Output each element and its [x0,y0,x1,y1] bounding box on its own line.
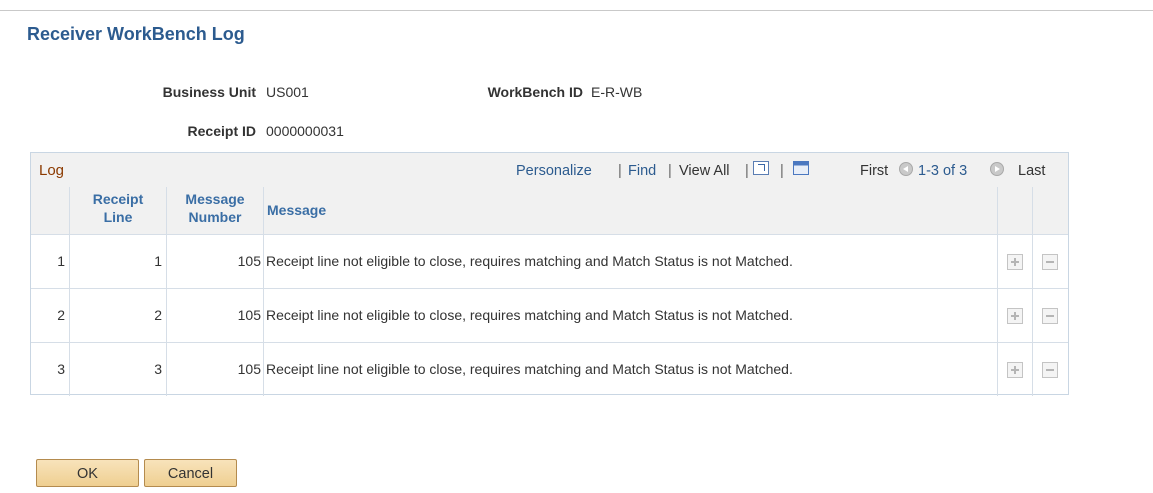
nav-separator: | [618,163,622,179]
personalize-link[interactable]: Personalize [516,163,592,179]
message-cell: Receipt line not eligible to close, requ… [264,343,998,396]
delete-row-icon[interactable] [1042,254,1058,270]
download-excel-icon[interactable] [793,161,809,175]
nav-separator: | [668,163,672,179]
last-label: Last [1018,163,1046,179]
message-number-cell: 105 [167,343,264,396]
delete-cell [1033,235,1068,288]
next-circle-icon[interactable] [990,162,1004,176]
message-cell: Receipt line not eligible to close, requ… [264,235,998,288]
business-unit-label: Business Unit [162,84,256,100]
nav-separator: | [780,163,784,179]
table-row: 1 1 105 Receipt line not eligible to clo… [31,234,1068,288]
add-cell [998,289,1033,342]
delete-cell [1033,343,1068,396]
delete-column-header [1033,187,1068,234]
delete-row-icon[interactable] [1042,308,1058,324]
column-header-receipt-line[interactable]: Receipt Line [70,187,167,234]
row-number: 3 [31,343,70,396]
header-message-number-2: Number [188,209,242,225]
receipt-line-cell: 1 [70,235,167,288]
log-grid: Log Personalize | Find | View All | | Fi… [30,152,1069,396]
row-number-header [31,187,70,234]
receipt-line-cell: 2 [70,289,167,342]
receipt-id-label: Receipt ID [187,123,256,139]
header-receipt-line-2: Line [103,209,133,225]
previous-circle-icon[interactable] [899,162,913,176]
add-cell [998,343,1033,396]
add-row-icon[interactable] [1007,362,1023,378]
column-header-message-number[interactable]: Message Number [167,187,264,234]
row-number: 2 [31,289,70,342]
top-divider [0,10,1153,11]
header-message: Message [267,202,327,218]
zoom-grid-icon[interactable] [753,161,769,175]
header-receipt-line-1: Receipt [92,191,144,207]
business-unit-value: US001 [266,84,309,100]
view-all-link[interactable]: View All [679,163,730,179]
page-title: Receiver WorkBench Log [27,24,245,44]
message-number-cell: 105 [167,235,264,288]
workbench-id-label: WorkBench ID [487,84,583,100]
row-range: 1-3 of 3 [918,163,968,179]
first-label: First [860,163,889,179]
row-number: 1 [31,235,70,288]
column-header-message[interactable]: Message [264,187,998,234]
receipt-id-value: 0000000031 [266,123,344,139]
grid-title: Log [39,162,65,179]
nav-separator: | [745,163,749,179]
cancel-button[interactable]: Cancel [144,459,237,487]
receipt-line-cell: 3 [70,343,167,396]
header-message-number-1: Message [185,191,245,207]
workbench-id-value: E-R-WB [591,84,643,100]
table-row: 2 2 105 Receipt line not eligible to clo… [31,288,1068,342]
message-number-cell: 105 [167,289,264,342]
add-row-icon[interactable] [1007,254,1023,270]
table-row: 3 3 105 Receipt line not eligible to clo… [31,342,1068,396]
find-link[interactable]: Find [628,163,656,179]
message-cell: Receipt line not eligible to close, requ… [264,289,998,342]
add-row-icon[interactable] [1007,308,1023,324]
ok-button[interactable]: OK [36,459,139,487]
delete-cell [1033,289,1068,342]
add-cell [998,235,1033,288]
delete-row-icon[interactable] [1042,362,1058,378]
add-column-header [998,187,1033,234]
grid-header-bar: Log Personalize | Find | View All | | Fi… [31,153,1068,188]
